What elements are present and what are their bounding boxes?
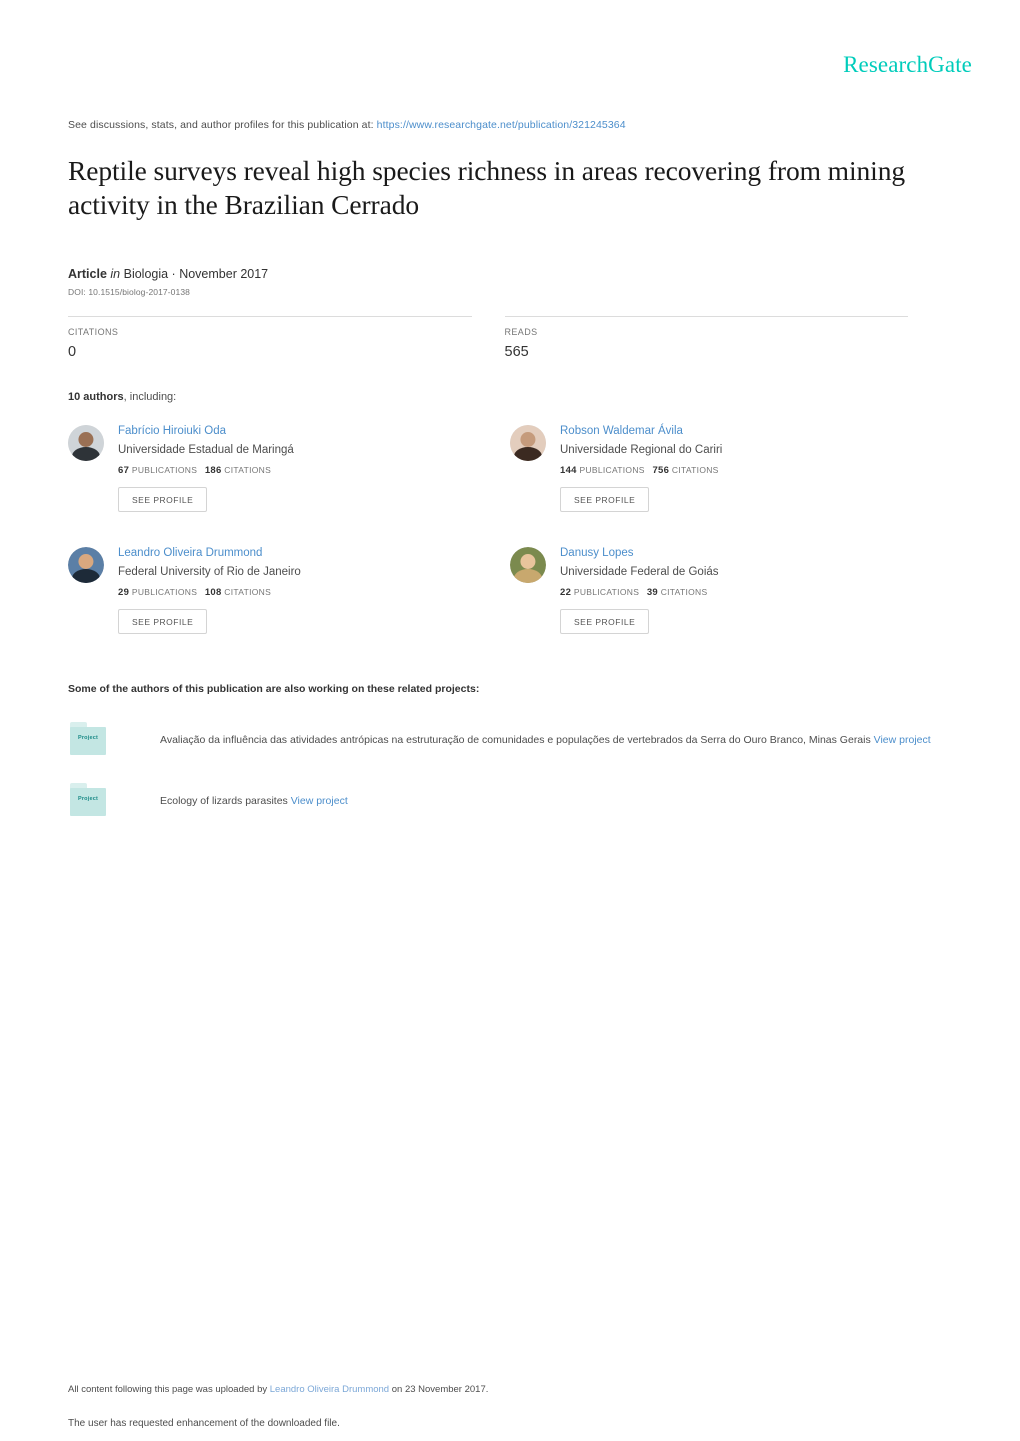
publication-doi: DOI: 10.1515/biolog-2017-0138 (68, 287, 190, 297)
author-publications-count: 67 (118, 465, 130, 476)
citations-label: CITATIONS (224, 465, 272, 475)
author-publications-count: 22 (560, 587, 572, 598)
author-card: Leandro Oliveira Drummond Federal Univer… (68, 545, 510, 634)
discussions-line: See discussions, stats, and author profi… (68, 118, 952, 132)
authors-count: 10 authors (68, 391, 124, 403)
author-card: Robson Waldemar Ávila Universidade Regio… (510, 423, 952, 512)
researchgate-publication-page: ResearchGate See discussions, stats, and… (0, 0, 1020, 1441)
project-title: Ecology of lizards parasites (160, 794, 288, 807)
page-footer: All content following this page was uplo… (68, 1383, 952, 1431)
publications-label: PUBLICATIONS (131, 587, 198, 597)
publication-meta: Article in Biologia · November 2017 (68, 266, 952, 282)
author-metrics: 29 PUBLICATIONS 108 CITATIONS (118, 587, 301, 598)
project-folder-icon: Project (68, 720, 108, 760)
publication-venue: Biologia · November 2017 (123, 267, 269, 281)
upload-suffix-text: on 23 November 2017. (391, 1384, 489, 1395)
upload-credit-line: All content following this page was uplo… (68, 1383, 952, 1397)
author-name-link[interactable]: Danusy Lopes (560, 545, 719, 561)
project-folder-icon-label: Project (77, 796, 99, 802)
citations-label: CITATIONS (224, 587, 272, 597)
publication-in-label: in (110, 267, 121, 281)
uploader-name-link[interactable]: Leandro Oliveira Drummond (270, 1384, 389, 1395)
see-profile-button[interactable]: SEE PROFILE (118, 487, 208, 512)
avatar (510, 425, 546, 461)
author-metrics: 67 PUBLICATIONS 186 CITATIONS (118, 465, 294, 476)
see-profile-button[interactable]: SEE PROFILE (560, 487, 650, 512)
page-title: Reptile surveys reveal high species rich… (68, 155, 905, 220)
project-folder-icon-label: Project (77, 735, 99, 741)
view-project-link[interactable]: View project (291, 795, 348, 807)
project-text: Ecology of lizards parasites View projec… (160, 794, 348, 809)
project-folder-icon: Project (68, 781, 108, 821)
author-citations-count: 108 (204, 587, 222, 598)
upload-prefix-text: All content following this page was uplo… (68, 1384, 268, 1395)
author-affiliation: Universidade Estadual de Maringá (118, 444, 294, 456)
avatar (68, 547, 104, 583)
divider (68, 316, 472, 317)
discussions-prefix-text: See discussions, stats, and author profi… (68, 119, 374, 131)
author-info: Leandro Oliveira Drummond Federal Univer… (118, 545, 301, 634)
author-affiliation: Universidade Regional do Cariri (560, 444, 723, 456)
stat-citations-value: 0 (68, 344, 77, 360)
author-affiliation: Federal University of Rio de Janeiro (118, 566, 301, 578)
publication-type-label: Article (68, 267, 107, 281)
author-card: Fabrício Hiroiuki Oda Universidade Estad… (68, 423, 510, 512)
publications-label: PUBLICATIONS (131, 465, 198, 475)
citations-label: CITATIONS (671, 465, 719, 475)
avatar (68, 425, 104, 461)
project-text: Avaliação da influência das atividades a… (160, 733, 931, 748)
author-metrics: 22 PUBLICATIONS 39 CITATIONS (560, 587, 719, 598)
stat-citations: CITATIONS 0 (68, 316, 472, 361)
author-name-link[interactable]: Fabrício Hiroiuki Oda (118, 423, 294, 439)
project-title: Avaliação da influência das atividades a… (160, 733, 871, 746)
see-profile-button[interactable]: SEE PROFILE (118, 609, 208, 634)
publications-label: PUBLICATIONS (573, 587, 640, 597)
stats-row: CITATIONS 0 READS 565 (68, 316, 908, 361)
page-content: See discussions, stats, and author profi… (68, 118, 952, 842)
related-projects-heading: Some of the authors of this publication … (68, 683, 480, 695)
authors-count-suffix: , including: (123, 391, 177, 403)
author-citations-count: 186 (204, 465, 222, 476)
see-profile-button[interactable]: SEE PROFILE (560, 609, 650, 634)
author-publications-count: 29 (118, 587, 130, 598)
stat-reads-label: READS (504, 327, 538, 337)
author-name-link[interactable]: Robson Waldemar Ávila (560, 423, 722, 439)
project-row: Project Ecology of lizards parasites Vie… (68, 781, 952, 821)
publications-label: PUBLICATIONS (579, 465, 645, 475)
author-name-link[interactable]: Leandro Oliveira Drummond (118, 545, 301, 561)
author-metrics: 144 PUBLICATIONS 756 CITATIONS (560, 465, 722, 476)
citations-label: CITATIONS (660, 587, 708, 597)
author-citations-count: 39 (646, 587, 659, 598)
authors-grid: Fabrício Hiroiuki Oda Universidade Estad… (68, 423, 952, 667)
stat-reads: READS 565 (504, 316, 908, 361)
publication-url-link[interactable]: https://www.researchgate.net/publication… (377, 119, 626, 131)
stat-citations-label: CITATIONS (68, 327, 119, 337)
stat-reads-value: 565 (504, 344, 529, 360)
view-project-link[interactable]: View project (874, 734, 931, 746)
author-info: Fabrício Hiroiuki Oda Universidade Estad… (118, 423, 294, 512)
author-info: Danusy Lopes Universidade Federal de Goi… (560, 545, 719, 634)
author-info: Robson Waldemar Ávila Universidade Regio… (560, 423, 722, 512)
authors-count-heading: 10 authors, including: (68, 391, 952, 403)
researchgate-logo[interactable]: ResearchGate (843, 52, 972, 78)
author-publications-count: 144 (560, 465, 577, 476)
author-citations-count: 756 (652, 465, 670, 476)
author-affiliation: Universidade Federal de Goiás (560, 566, 719, 578)
author-card: Danusy Lopes Universidade Federal de Goi… (510, 545, 952, 634)
project-row: Project Avaliação da influência das ativ… (68, 720, 952, 760)
divider (504, 316, 908, 317)
avatar (510, 547, 546, 583)
enhancement-note: The user has requested enhancement of th… (68, 1418, 340, 1429)
